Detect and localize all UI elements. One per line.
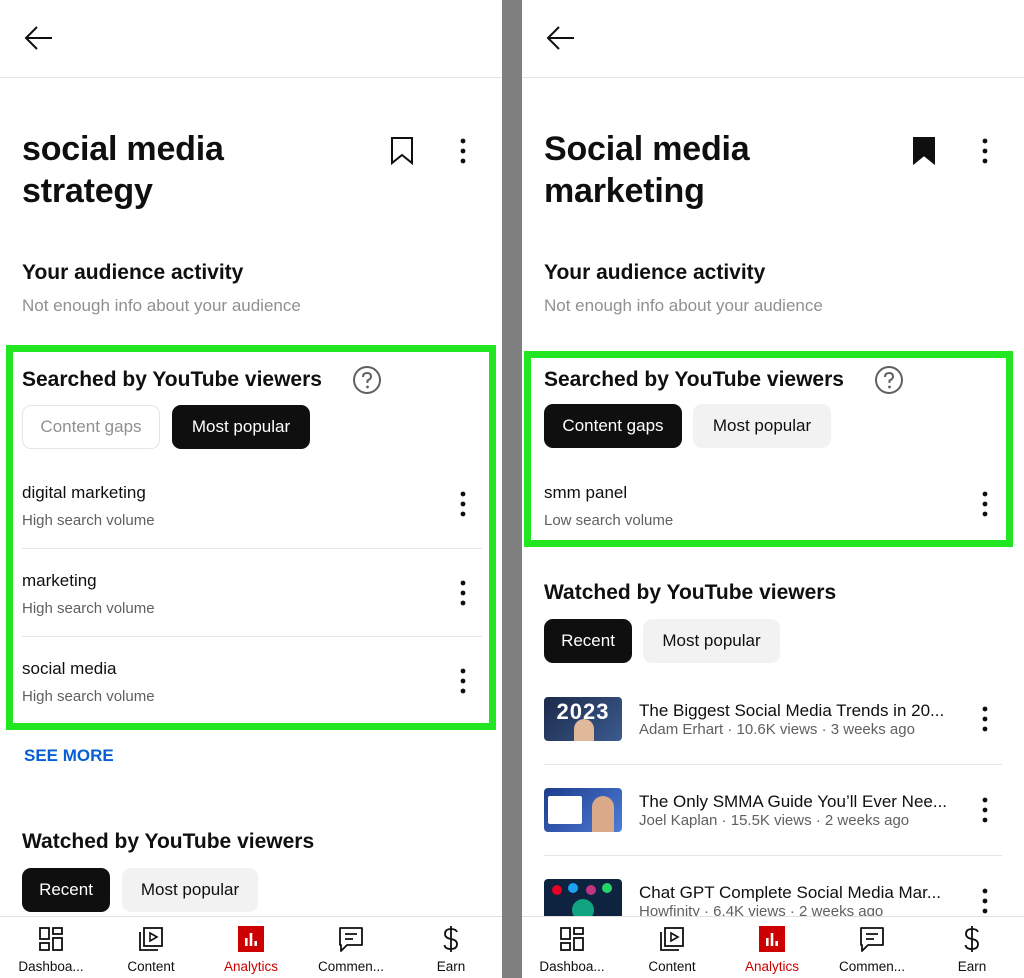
row-divider [544,855,1002,856]
searched-title: Searched by YouTube viewers [544,368,844,391]
search-volume: Low search volume [544,512,674,529]
analytics-icon [758,925,786,953]
dashboard-icon [558,925,586,953]
header-divider [522,77,1024,78]
nav-label: Earn [957,959,987,974]
bookmark-icon[interactable] [390,136,414,166]
dashboard-icon [37,925,65,953]
search-volume: High search volume [22,600,155,617]
nav-label: Commen... [317,959,385,974]
chip-most-popular[interactable]: Most popular [172,405,310,449]
chip-content-gaps[interactable]: Content gaps [22,405,160,449]
page-title: social media strategy [22,128,224,212]
search-term[interactable]: digital marketing [22,483,146,503]
chip-most-popular[interactable]: Most popular [643,619,780,663]
chip-content-gaps[interactable]: Content gaps [544,404,682,448]
page-title: Social media marketing [544,128,750,212]
more-options-icon[interactable] [981,797,989,823]
search-volume: High search volume [22,688,155,705]
more-options-icon[interactable] [981,491,989,517]
chip-most-popular[interactable]: Most popular [693,404,831,448]
watched-title: Watched by YouTube viewers [22,830,315,853]
nav-earn[interactable]: Earn [922,917,1022,978]
audience-activity-subtitle: Not enough info about your audience [544,296,823,315]
row-divider [544,764,1002,765]
video-title[interactable]: The Biggest Social Media Trends in 20... [639,701,959,721]
nav-content[interactable]: Content [101,917,201,978]
row-divider [22,548,482,549]
nav-label: Dashboa... [539,959,605,974]
chip-recent[interactable]: Recent [22,868,110,912]
more-options-icon[interactable] [459,138,467,164]
more-options-icon[interactable] [459,491,467,517]
video-title[interactable]: Chat GPT Complete Social Media Mar... [639,883,959,903]
comments-icon [858,925,886,953]
comments-icon [337,925,365,953]
chip-recent[interactable]: Recent [544,619,632,663]
search-volume: High search volume [22,512,155,529]
page-title-line1: Social media [544,130,750,168]
back-arrow-icon[interactable] [24,24,54,52]
nav-label: Content [648,959,696,974]
search-term[interactable]: marketing [22,571,97,591]
help-icon[interactable] [352,365,382,395]
back-arrow-icon[interactable] [546,24,576,52]
nav-label: Commen... [838,959,906,974]
left-screen: social media strategy Your audience acti… [0,0,502,978]
right-screen: Social media marketing Your audience act… [522,0,1024,978]
dollar-icon [437,925,465,953]
nav-label: Earn [436,959,466,974]
nav-content[interactable]: Content [622,917,722,978]
nav-label: Dashboa... [18,959,84,974]
nav-label: Content [127,959,175,974]
nav-earn[interactable]: Earn [401,917,501,978]
content-icon [658,925,686,953]
nav-label: Analytics [223,959,279,974]
audience-activity-title: Your audience activity [22,261,244,284]
more-options-icon[interactable] [981,138,989,164]
row-divider [22,636,482,637]
bottom-nav: Dashboa... Content Analytics Commen... E… [0,916,502,978]
more-options-icon[interactable] [459,580,467,606]
bottom-nav: Dashboa... Content Analytics Commen... E… [522,916,1024,978]
video-thumbnail[interactable]: 2023 [544,697,622,741]
nav-dashboard[interactable]: Dashboa... [522,917,622,978]
see-more-link[interactable]: SEE MORE [24,746,114,766]
watched-title: Watched by YouTube viewers [544,581,837,604]
analytics-icon [237,925,265,953]
nav-analytics[interactable]: Analytics [201,917,301,978]
nav-analytics[interactable]: Analytics [722,917,822,978]
audience-activity-title: Your audience activity [544,261,766,284]
nav-comments[interactable]: Commen... [301,917,401,978]
audience-activity-subtitle: Not enough info about your audience [22,296,301,315]
search-term[interactable]: social media [22,659,117,679]
nav-label: Analytics [744,959,800,974]
page-title-line2: strategy [22,172,153,210]
video-title[interactable]: The Only SMMA Guide You’ll Ever Nee... [639,792,959,812]
video-meta: Adam Erhart · 10.6K views · 3 weeks ago [639,721,915,738]
header-divider [0,77,502,78]
dollar-icon [958,925,986,953]
nav-dashboard[interactable]: Dashboa... [1,917,101,978]
content-icon [137,925,165,953]
more-options-icon[interactable] [981,706,989,732]
more-options-icon[interactable] [981,888,989,914]
searched-title: Searched by YouTube viewers [22,368,322,391]
page-title-line1: social media [22,130,224,168]
more-options-icon[interactable] [459,668,467,694]
video-meta: Joel Kaplan · 15.5K views · 2 weeks ago [639,812,910,829]
search-term[interactable]: smm panel [544,483,627,503]
video-thumbnail[interactable] [544,788,622,832]
chip-most-popular[interactable]: Most popular [122,868,258,912]
page-title-line2: marketing [544,172,705,210]
help-icon[interactable] [874,365,904,395]
bookmark-filled-icon[interactable] [912,136,936,166]
nav-comments[interactable]: Commen... [822,917,922,978]
